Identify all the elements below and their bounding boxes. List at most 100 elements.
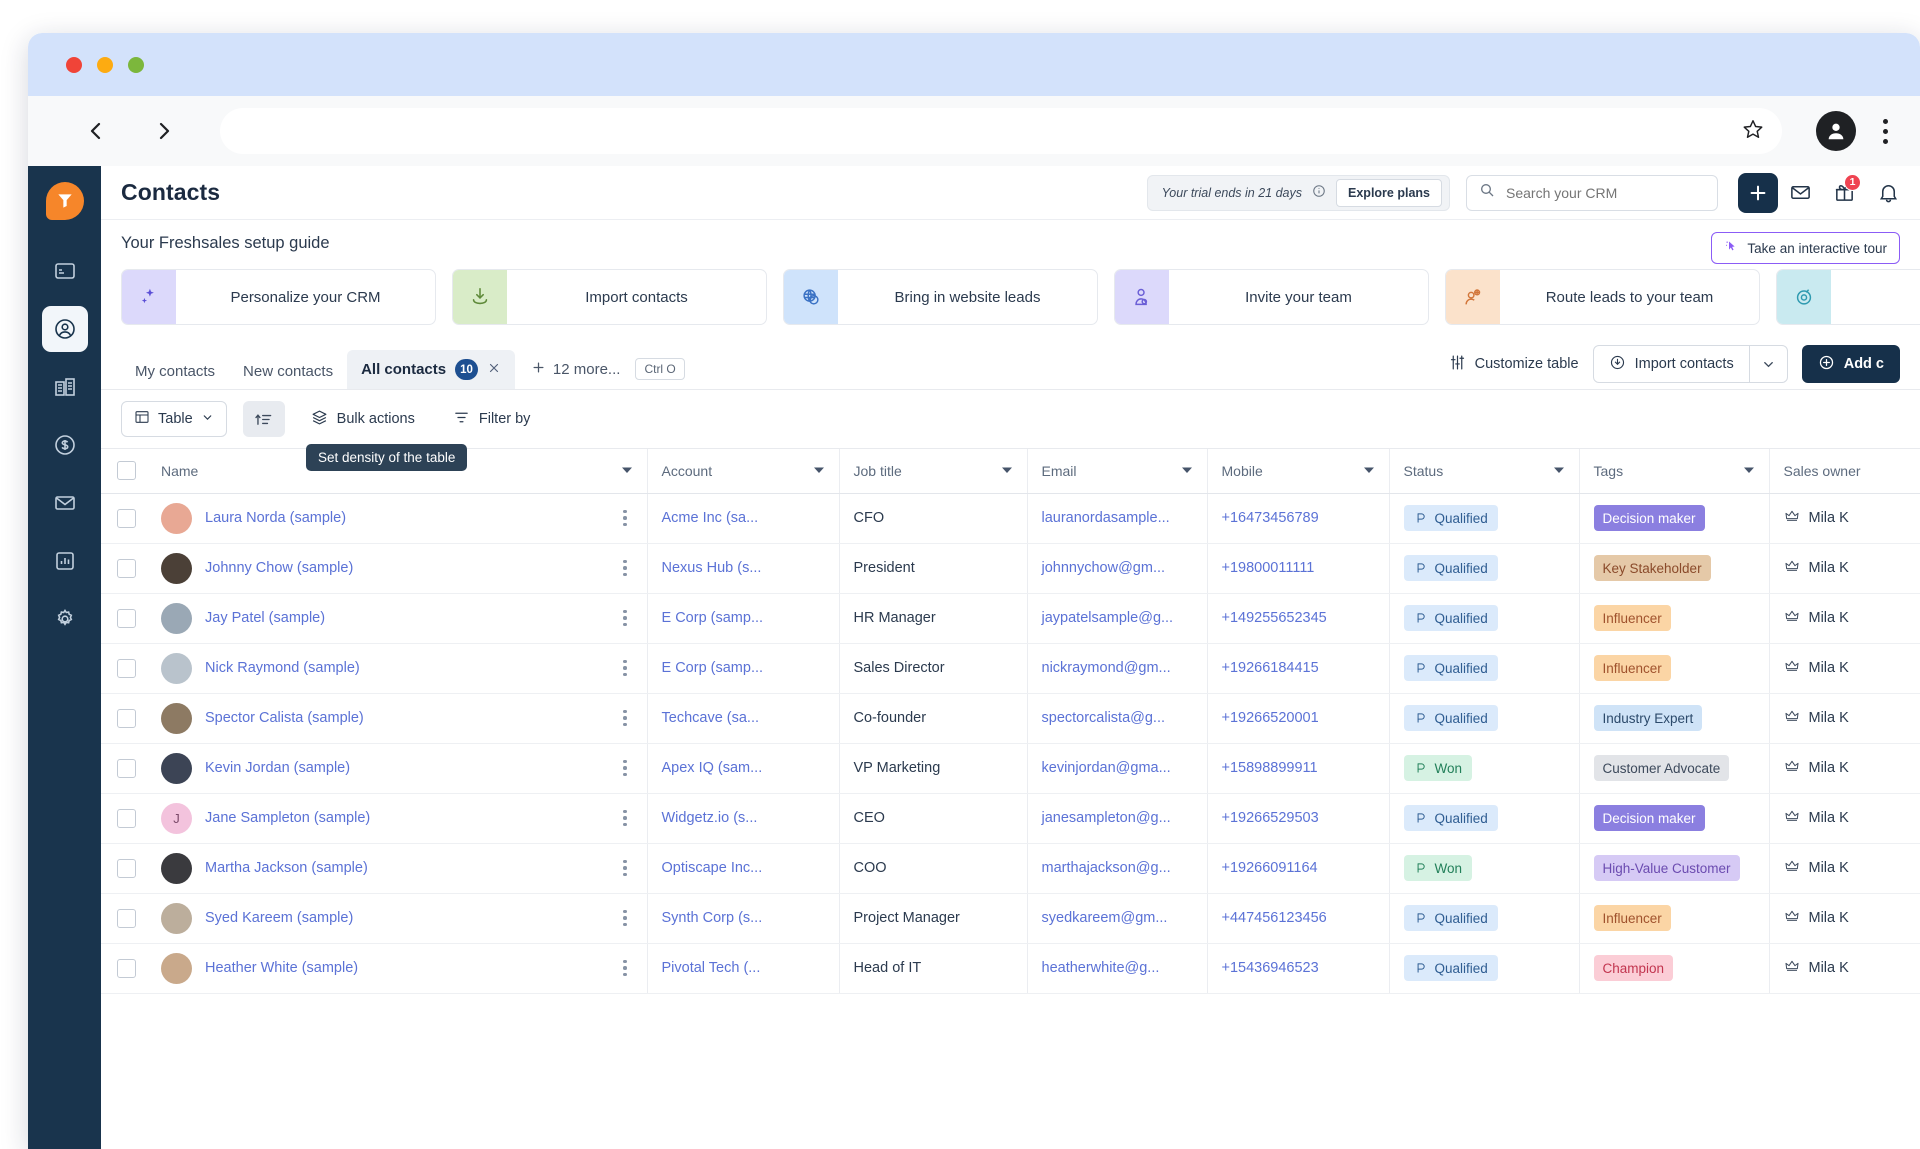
mobile-link[interactable]: +19266091164 — [1222, 860, 1318, 876]
table-row[interactable]: Spector Calista (sample) Techcave (sa... C… — [101, 693, 1920, 744]
account-link[interactable]: Pivotal Tech (... — [662, 960, 761, 976]
email-link[interactable]: jaypatelsample@g... — [1042, 610, 1174, 626]
sidebar-item-dashboard[interactable] — [42, 248, 88, 294]
contact-name-link[interactable]: Johnny Chow (sample) — [205, 560, 353, 576]
gift-icon[interactable]: 1 — [1822, 173, 1866, 213]
mobile-link[interactable]: +19266529503 — [1222, 810, 1319, 826]
row-more-actions-icon[interactable] — [623, 959, 633, 977]
contact-name-link[interactable]: Spector Calista (sample) — [205, 710, 364, 726]
row-checkbox[interactable] — [117, 858, 136, 878]
sidebar-item-contacts[interactable] — [41, 306, 88, 352]
close-window-button[interactable] — [66, 56, 82, 73]
setup-card-website-leads[interactable]: Bring in website leads — [783, 269, 1098, 325]
row-checkbox[interactable] — [117, 958, 136, 978]
chevron-down-icon[interactable] — [621, 463, 633, 479]
column-header-sales-owner[interactable]: Sales owner — [1769, 449, 1920, 494]
crm-search-box[interactable] — [1466, 174, 1718, 211]
column-header-status[interactable]: Status — [1389, 449, 1580, 494]
account-link[interactable]: Acme Inc (sa... — [662, 510, 759, 526]
freshsales-logo-icon[interactable] — [45, 182, 84, 220]
row-checkbox[interactable] — [117, 508, 136, 528]
chevron-down-icon[interactable] — [813, 463, 825, 479]
address-bar[interactable] — [220, 108, 1782, 154]
account-link[interactable]: Apex IQ (sam... — [662, 760, 763, 776]
sidebar-item-settings[interactable] — [42, 596, 88, 642]
account-link[interactable]: E Corp (samp... — [662, 660, 764, 676]
row-checkbox[interactable] — [117, 908, 136, 928]
contact-name-link[interactable]: Laura Norda (sample) — [205, 510, 346, 526]
column-header-job-title[interactable]: Job title — [839, 449, 1028, 494]
row-checkbox[interactable] — [117, 708, 136, 728]
row-checkbox[interactable] — [117, 558, 136, 578]
email-link[interactable]: spectorcalista@g... — [1042, 710, 1166, 726]
setup-card-invite-team[interactable]: Invite your team — [1114, 269, 1429, 325]
maximize-window-button[interactable] — [128, 56, 144, 73]
setup-card-create[interactable]: Cre — [1776, 269, 1920, 325]
tab-new-contacts[interactable]: New contacts — [229, 354, 347, 389]
minimize-window-button[interactable] — [97, 56, 113, 73]
table-row[interactable]: Johnny Chow (sample) Nexus Hub (s... Presi… — [101, 543, 1920, 594]
table-row[interactable]: Heather White (sample) Pivotal Tech (... H… — [101, 943, 1920, 994]
sidebar-item-deals[interactable] — [42, 422, 88, 468]
table-row[interactable]: Kevin Jordan (sample) Apex IQ (sam... VP M… — [101, 743, 1920, 794]
mail-icon[interactable] — [1778, 173, 1822, 213]
back-button[interactable] — [74, 109, 118, 153]
account-link[interactable]: Widgetz.io (s... — [662, 810, 758, 826]
row-checkbox[interactable] — [117, 608, 136, 628]
contact-name-link[interactable]: Jay Patel (sample) — [205, 610, 325, 626]
row-more-actions-icon[interactable] — [623, 559, 633, 577]
email-link[interactable]: kevinjordan@gma... — [1042, 760, 1171, 776]
chevron-down-icon[interactable] — [1743, 463, 1755, 479]
row-more-actions-icon[interactable] — [623, 609, 633, 627]
setup-card-personalize[interactable]: Personalize your CRM — [121, 269, 436, 325]
search-input[interactable] — [1504, 183, 1705, 202]
chevron-down-icon[interactable] — [1363, 463, 1375, 479]
kebab-menu-icon[interactable] — [1868, 118, 1902, 144]
contacts-table-wrapper[interactable]: Name Account Job title Email Mobile Stat… — [101, 448, 1920, 1149]
row-more-actions-icon[interactable] — [623, 809, 633, 827]
contact-name-link[interactable]: Heather White (sample) — [205, 960, 358, 976]
email-link[interactable]: johnnychow@gm... — [1042, 560, 1166, 576]
chevron-down-icon[interactable] — [1181, 463, 1193, 479]
mobile-link[interactable]: +19266520001 — [1222, 710, 1319, 726]
mobile-link[interactable]: +19800011111 — [1222, 560, 1315, 576]
setup-card-route-leads[interactable]: Route leads to your team — [1445, 269, 1760, 325]
filter-by-button[interactable]: Filter by — [441, 401, 543, 437]
email-link[interactable]: nickraymond@gm... — [1042, 660, 1171, 676]
mobile-link[interactable]: +16473456789 — [1222, 510, 1319, 526]
explore-plans-button[interactable]: Explore plans — [1336, 178, 1442, 207]
row-checkbox[interactable] — [117, 808, 136, 828]
table-row[interactable]: Martha Jackson (sample) Optiscape Inc... C… — [101, 843, 1920, 894]
account-link[interactable]: Optiscape Inc... — [662, 860, 763, 876]
info-icon[interactable] — [1312, 184, 1326, 201]
take-interactive-tour-button[interactable]: Take an interactive tour — [1711, 232, 1900, 264]
table-row[interactable]: Jay Patel (sample) E Corp (samp... HR Mana… — [101, 593, 1920, 644]
quick-add-button[interactable] — [1738, 172, 1778, 213]
table-row[interactable]: Nick Raymond (sample) E Corp (samp... Sale… — [101, 643, 1920, 694]
close-icon[interactable] — [487, 361, 501, 379]
contact-name-link[interactable]: Syed Kareem (sample) — [205, 910, 353, 926]
account-link[interactable]: Synth Corp (s... — [662, 910, 763, 926]
sidebar-item-accounts[interactable] — [42, 364, 88, 410]
table-row[interactable]: Laura Norda (sample) Acme Inc (sa... CFO la… — [101, 493, 1920, 544]
setup-card-import-contacts[interactable]: Import contacts — [452, 269, 767, 325]
star-icon[interactable] — [1742, 118, 1764, 144]
contact-name-link[interactable]: Martha Jackson (sample) — [205, 860, 368, 876]
email-link[interactable]: marthajackson@g... — [1042, 860, 1171, 876]
select-all-checkbox[interactable] — [117, 461, 136, 481]
more-views-button[interactable]: 12 more... Ctrl O — [515, 349, 695, 389]
chevron-down-icon[interactable] — [1748, 346, 1787, 382]
sidebar-item-email[interactable] — [42, 480, 88, 526]
mobile-link[interactable]: +447456123456 — [1222, 910, 1327, 926]
email-link[interactable]: heatherwhite@g... — [1042, 960, 1160, 976]
row-more-actions-icon[interactable] — [623, 859, 633, 877]
email-link[interactable]: janesampleton@g... — [1042, 810, 1171, 826]
contact-name-link[interactable]: Jane Sampleton (sample) — [205, 810, 370, 826]
chevron-down-icon[interactable] — [1553, 463, 1565, 479]
row-checkbox[interactable] — [117, 658, 136, 678]
mobile-link[interactable]: +149255652345 — [1222, 610, 1327, 626]
table-row[interactable]: Syed Kareem (sample) Synth Corp (s... Proj… — [101, 893, 1920, 944]
sidebar-item-reports[interactable] — [42, 538, 88, 584]
view-type-button[interactable]: Table — [121, 401, 227, 437]
import-contacts-button[interactable]: Import contacts — [1594, 346, 1749, 382]
